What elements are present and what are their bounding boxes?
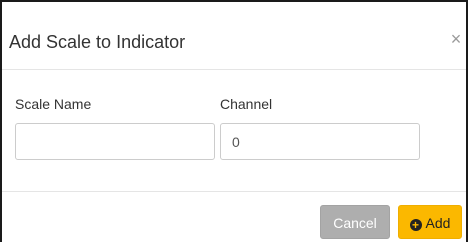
- scale-name-label: Scale Name: [15, 96, 92, 112]
- cancel-button[interactable]: Cancel: [320, 205, 390, 239]
- plus-circle-icon: +: [409, 219, 422, 231]
- dialog-title: Add Scale to Indicator: [9, 32, 186, 52]
- add-scale-dialog: Add Scale to Indicator × Scale Name Chan…: [0, 0, 468, 242]
- close-button[interactable]: ×: [449, 29, 463, 49]
- add-button-label: Add: [425, 215, 451, 231]
- channel-label: Channel: [220, 96, 273, 112]
- scale-name-input[interactable]: [15, 123, 215, 160]
- add-button[interactable]: + Add: [398, 205, 462, 239]
- footer-divider: [2, 191, 466, 192]
- channel-input[interactable]: [220, 123, 420, 160]
- dialog-header: Add Scale to Indicator ×: [2, 2, 466, 70]
